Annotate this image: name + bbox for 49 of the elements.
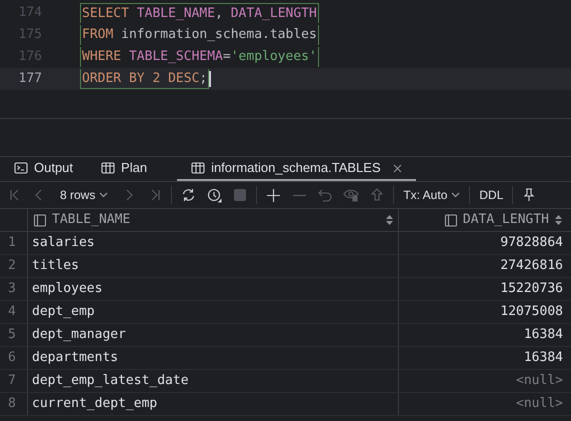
result-tab[interactable]: Plan <box>87 157 162 181</box>
chevron-icon <box>99 192 108 198</box>
table-cell: titles <box>27 255 398 277</box>
code-text: FROM information_schema.tables <box>80 25 319 45</box>
table-cell: 16384 <box>398 324 567 346</box>
table-cell: 15220736 <box>398 278 567 300</box>
line-number: 177 <box>18 70 42 88</box>
table-cell: departments <box>27 347 398 369</box>
table-cell: current_dept_emp <box>27 393 398 415</box>
table-icon <box>191 161 206 175</box>
sort-icon[interactable] <box>386 215 393 225</box>
row-number: 7 <box>7 372 17 390</box>
row-number: 6 <box>7 349 17 368</box>
table-icon <box>101 161 116 175</box>
column-label: TABLE_NAME <box>52 211 130 230</box>
transaction-mode-dropdown[interactable]: Tx: Auto <box>397 186 466 204</box>
table-cell: employees <box>27 278 398 300</box>
table-cell: <null> <box>398 370 567 392</box>
sort-icon[interactable] <box>555 215 562 225</box>
column-header[interactable]: TABLE_NAME <box>27 209 398 231</box>
column-icon <box>33 214 46 226</box>
table-cell: dept_emp_latest_date <box>27 370 398 392</box>
column-label: DATA_LENGTH <box>462 211 549 230</box>
console-icon <box>14 161 28 175</box>
table-cell: 12075008 <box>398 301 567 323</box>
table-cell: 27426816 <box>398 255 567 277</box>
row-number: 3 <box>7 280 17 298</box>
row-number: 8 <box>7 395 17 414</box>
code-text: ORDER BY 2 DESC; <box>80 68 210 90</box>
column-icon <box>444 214 457 226</box>
row-number: 2 <box>7 257 17 276</box>
table-cell: dept_emp <box>27 301 398 323</box>
table-cell: salaries <box>27 232 398 254</box>
table-cell: <null> <box>398 393 567 415</box>
code-text: WHERE TABLE_SCHEMA='employees' <box>80 47 319 67</box>
ddl-button[interactable]: DDL <box>473 186 510 204</box>
row-number: 4 <box>7 303 17 322</box>
text-cursor <box>209 71 212 87</box>
table-cell: 16384 <box>398 347 567 369</box>
row-number: 1 <box>7 234 17 252</box>
chevron-icon <box>451 192 460 198</box>
table-cell: dept_manager <box>27 324 398 346</box>
row-count-dropdown[interactable]: 8 rows <box>52 186 116 204</box>
result-tab[interactable]: Output <box>0 157 88 181</box>
code-text: SELECT TABLE_NAME, DATA_LENGTH <box>80 2 319 24</box>
close-icon[interactable] <box>392 164 402 172</box>
table-cell: 97828864 <box>398 232 567 254</box>
column-header[interactable]: DATA_LENGTH <box>398 209 567 231</box>
row-number: 5 <box>7 326 17 344</box>
